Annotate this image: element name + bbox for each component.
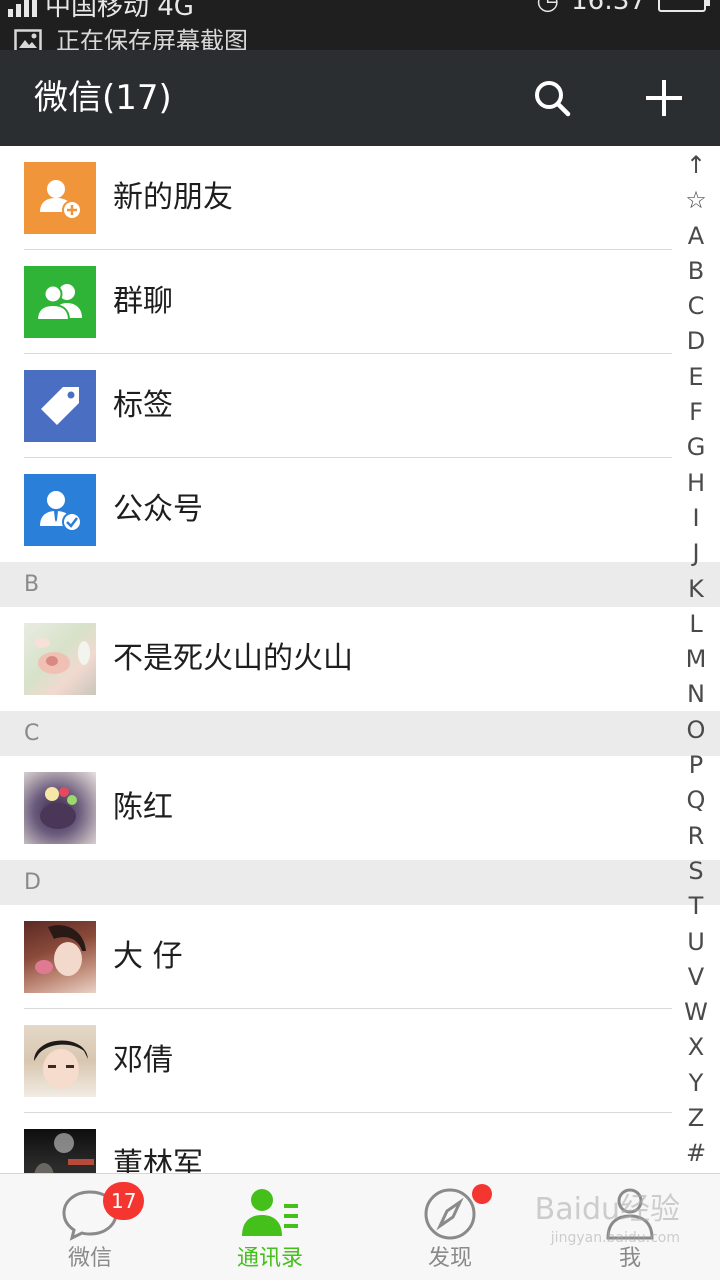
contact-avatar [24,921,96,993]
index-letter[interactable]: F [689,395,703,430]
baidu-watermark: Baidu经验 jingyan.baidu.com [535,1184,680,1246]
new-friend-icon [24,162,96,234]
tab-label: 微信 [67,1246,112,1271]
tag-icon [24,370,96,442]
index-letter[interactable]: W [684,995,708,1030]
battery-icon [658,0,710,12]
contact-name: 不是死火山的火山 [113,641,353,676]
index-letter[interactable]: J [692,536,699,571]
group-chats-item[interactable]: 群聊 [0,250,720,354]
screenshot-notification: 正在保存屏幕截图 [14,26,248,50]
section-header-c: C [0,711,720,756]
contact-avatar [24,1025,96,1097]
index-letter[interactable]: M [686,642,707,677]
plus-icon [646,80,682,116]
index-letter[interactable]: Y [689,1066,704,1101]
alarm-icon: ◷ [536,0,560,16]
contact-list: 新的朋友 群聊 标签 公众号 B 不是死火山的火山 C 陈红 D 大 仔 邓倩 … [0,146,720,1173]
notification-text: 正在保存屏幕截图 [56,27,248,50]
search-button[interactable] [524,70,580,126]
contact-item[interactable]: 陈红 [0,756,720,860]
image-icon [14,29,42,50]
index-letter[interactable]: U [687,925,705,960]
index-letter[interactable]: B [688,254,704,289]
contacts-icon [242,1189,298,1236]
group-chat-icon [24,266,96,338]
unread-badge: 17 [103,1182,145,1220]
notification-dot [472,1184,492,1204]
contact-name: 陈红 [113,790,173,825]
index-letter[interactable]: A [688,219,704,254]
status-bar: 中国移动 4G ◷ 16:37 正在保存屏幕截图 [0,0,720,50]
clock-text: 16:37 [571,0,646,16]
bottom-tab-bar: 17 微信 通讯录 发现 我 Baidu经验 jingyan.baidu.com [0,1173,720,1280]
index-letter[interactable]: S [688,854,703,889]
contact-item[interactable]: 邓倩 [0,1009,720,1113]
index-letter[interactable]: Q [687,783,706,818]
index-letter[interactable]: K [688,572,704,607]
index-letter[interactable]: H [687,466,705,501]
search-icon [535,81,571,117]
index-letter[interactable]: T [689,889,704,924]
add-button[interactable] [636,70,692,126]
watermark-subtext: jingyan.baidu.com [550,1230,680,1246]
official-accounts-item[interactable]: 公众号 [0,458,720,562]
index-letter[interactable]: D [687,324,705,359]
app-bar: 微信(17) [0,50,720,146]
contact-item[interactable]: 大 仔 [0,905,720,1009]
official-accounts-label: 公众号 [113,492,203,527]
watermark-text: Baidu经验 [534,1192,680,1227]
index-letter[interactable]: ↑ [686,148,706,183]
index-letter[interactable]: L [689,607,702,642]
compass-icon [424,1188,476,1240]
tags-label: 标签 [113,388,173,423]
official-account-icon [24,474,96,546]
contact-name: 邓倩 [113,1043,173,1078]
tags-item[interactable]: 标签 [0,354,720,458]
index-letter[interactable]: Z [688,1101,704,1136]
alphabet-index-bar[interactable]: ↑ ☆ A B C D E F G H I J K L M N O P Q R S T U V W X Y Z # [682,148,710,1172]
app-title: 微信(17) [34,78,172,118]
tab-discover[interactable]: 发现 [360,1174,540,1280]
index-letter[interactable]: V [688,960,704,995]
tab-label: 发现 [427,1246,472,1271]
index-letter[interactable]: C [688,289,705,324]
index-letter[interactable]: G [687,430,706,465]
contact-item[interactable]: 不是死火山的火山 [0,607,720,711]
carrier-text: 中国移动 4G [45,0,194,22]
tab-chats[interactable]: 17 微信 [0,1174,180,1280]
index-letter[interactable]: ☆ [685,183,707,218]
index-letter[interactable]: P [689,748,703,783]
section-header-d: D [0,860,720,905]
status-row: 中国移动 4G ◷ 16:37 [0,0,720,22]
index-letter[interactable]: X [688,1030,704,1065]
contact-name: 董林军 [113,1147,203,1173]
group-chats-label: 群聊 [113,284,173,319]
tab-contacts[interactable]: 通讯录 [180,1174,360,1280]
tab-label: 通讯录 [236,1246,303,1271]
contact-name: 大 仔 [113,939,183,974]
new-friends-label: 新的朋友 [113,180,233,215]
index-letter[interactable]: R [688,819,705,854]
contact-avatar [24,1129,96,1173]
index-letter[interactable]: # [686,1136,706,1171]
signal-icon [8,0,37,17]
new-friends-item[interactable]: 新的朋友 [0,146,720,250]
contact-avatar [24,772,96,844]
section-header-b: B [0,562,720,607]
index-letter[interactable]: O [687,713,706,748]
contact-avatar [24,623,96,695]
index-letter[interactable]: E [688,360,703,395]
index-letter[interactable]: I [692,501,699,536]
index-letter[interactable]: N [687,677,705,712]
contact-item[interactable]: 董林军 [0,1113,720,1173]
